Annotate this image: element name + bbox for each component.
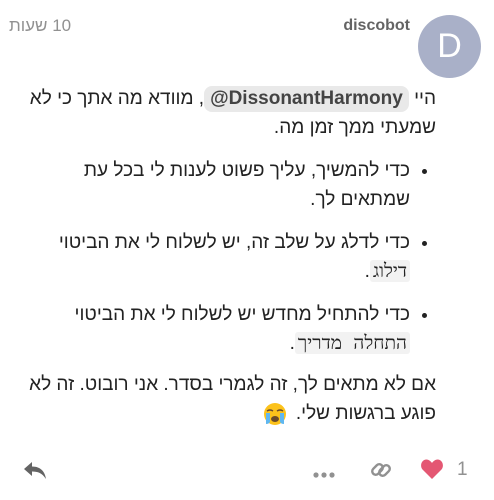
post-actions: 1 [0, 450, 494, 494]
more-options-button[interactable] [313, 466, 335, 478]
bullet-text: כדי להתחיל מחדש יש לשלוח לי את הביטוי [74, 304, 410, 325]
crying-face-icon [263, 402, 287, 426]
greeting-start: היי [414, 88, 436, 109]
author-username[interactable]: discobot [343, 17, 410, 35]
closing-text: אם לא מתאים לך, זה לגמרי בסדר. אני רובוט… [29, 374, 436, 424]
reply-button[interactable] [22, 458, 48, 482]
bullet-text: כדי להמשיך, עליך פשוט לענות לי בכל עת שמ… [83, 160, 410, 210]
share-link-button[interactable] [370, 459, 392, 481]
closing-paragraph: אם לא מתאים לך, זה לגמרי בסדר. אני רובוט… [16, 370, 436, 428]
skip-command: דילוג [369, 260, 410, 282]
bullet-text: כדי לדלג על שלב זה, יש לשלוח לי את הביטו… [58, 232, 410, 253]
ellipsis-icon [313, 472, 335, 478]
avatar-letter: D [437, 27, 462, 65]
user-mention[interactable]: @DissonantHarmony [204, 86, 409, 112]
post-time[interactable]: 10 שעות [9, 16, 71, 36]
like-count[interactable]: 1 [457, 459, 468, 481]
reply-icon [24, 462, 46, 479]
greeting-paragraph: היי @DissonantHarmony, מוודא מה אתך כי ל… [16, 84, 436, 142]
avatar[interactable]: D [418, 15, 481, 78]
post: 10 שעות discobot D היי @DissonantHarmony… [0, 0, 494, 500]
heart-icon [421, 459, 443, 479]
post-body: היי @DissonantHarmony, מוודא מה אתך כי ל… [16, 84, 436, 442]
restart-command: התחלה מדריך [294, 332, 410, 354]
like-button[interactable] [420, 458, 444, 480]
list-item: כדי לדלג על שלב זה, יש לשלוח לי את הביטו… [16, 228, 410, 286]
list-item: כדי להתחיל מחדש יש לשלוח לי את הביטוי הת… [16, 300, 410, 358]
link-icon [371, 463, 391, 477]
list-item: כדי להמשיך, עליך פשוט לענות לי בכל עת שמ… [16, 156, 410, 214]
options-list: כדי להמשיך, עליך פשוט לענות לי בכל עת שמ… [16, 156, 436, 358]
